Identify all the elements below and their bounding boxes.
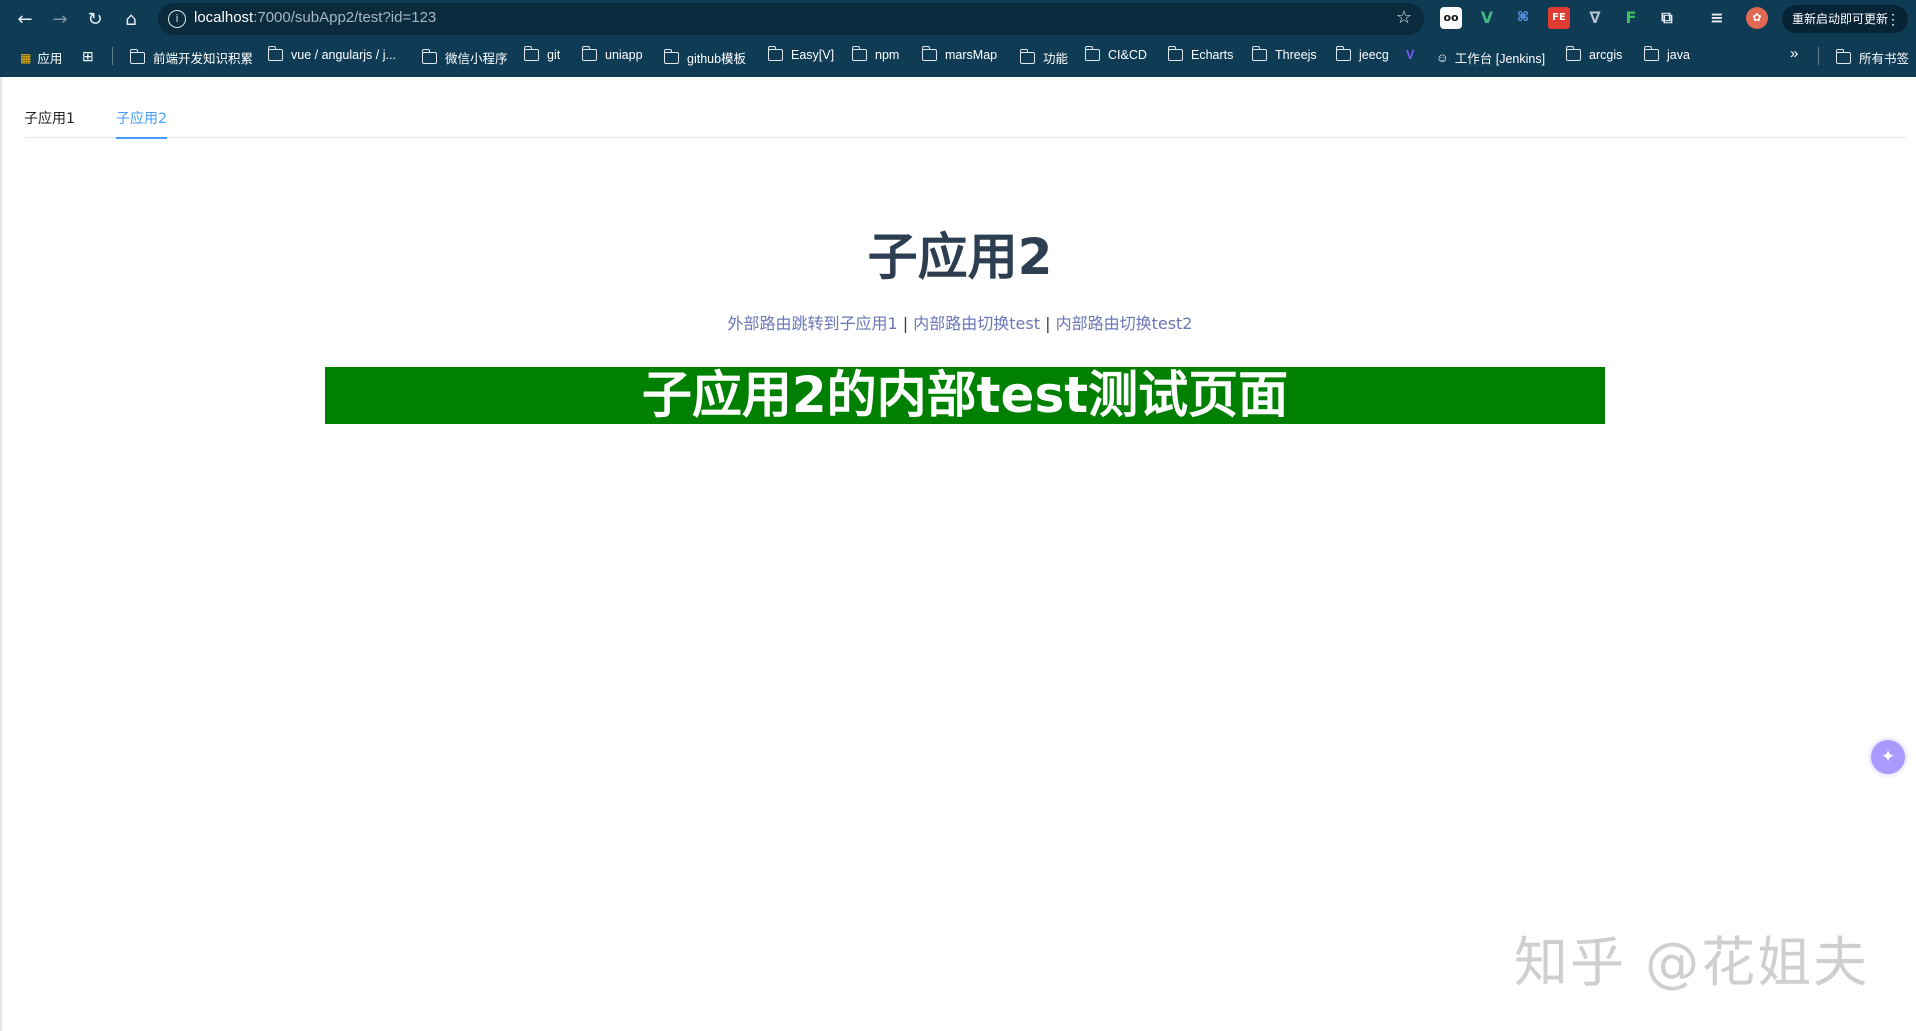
fe-extension-icon[interactable]: FE bbox=[1548, 7, 1570, 29]
bookmark-folder[interactable]: CI&CD bbox=[1085, 46, 1147, 62]
home-icon[interactable]: ⌂ bbox=[116, 4, 146, 34]
bookmark-folder[interactable]: npm bbox=[852, 46, 899, 62]
tab-subapp1[interactable]: 子应用1 bbox=[24, 109, 75, 129]
link-to-subapp1[interactable]: 外部路由跳转到子应用1 bbox=[728, 314, 898, 333]
link-internal-test2[interactable]: 内部路由切换test2 bbox=[1056, 314, 1193, 333]
bookmark-folder[interactable]: Easy[V] bbox=[768, 46, 834, 62]
watermark: 知乎 @花姐夫 bbox=[1514, 931, 1870, 994]
folder-icon bbox=[1336, 46, 1351, 61]
url-text[interactable]: localhost:7000/subApp2/test?id=123 bbox=[194, 9, 436, 26]
bookmark-folder[interactable]: git bbox=[524, 46, 560, 62]
bookmark-folder[interactable]: vue / angularjs / j... bbox=[268, 46, 396, 62]
bookmark-folder[interactable]: Echarts bbox=[1168, 46, 1233, 62]
folder-icon bbox=[268, 46, 283, 61]
tab-subapp2[interactable]: 子应用2 bbox=[116, 109, 167, 139]
bookmark-folder[interactable]: github模板 bbox=[664, 48, 746, 67]
extension-icon-1[interactable]: oo bbox=[1440, 7, 1462, 29]
bookmark-folder[interactable]: arcgis bbox=[1566, 46, 1622, 62]
update-button[interactable]: 重新启动即可更新 ⋮ bbox=[1782, 5, 1908, 33]
browser-chrome: ← → ↻ ⌂ i localhost:7000/subApp2/test?id… bbox=[0, 0, 1916, 77]
back-icon[interactable]: ← bbox=[10, 4, 40, 34]
folder-icon bbox=[1836, 48, 1851, 64]
vue-devtools-icon[interactable]: V bbox=[1476, 7, 1498, 29]
ai-assistant-icon[interactable]: ✦ bbox=[1871, 740, 1905, 774]
reload-icon[interactable]: ↻ bbox=[80, 4, 110, 34]
apps-grid-icon: ▦ bbox=[20, 50, 32, 65]
profile-avatar[interactable]: ✿ bbox=[1746, 7, 1768, 29]
more-bookmarks-chevron-icon[interactable]: » bbox=[1790, 45, 1798, 62]
bookmark-folder[interactable]: java bbox=[1644, 46, 1690, 62]
bookmark-divider bbox=[112, 47, 113, 65]
folder-icon bbox=[664, 48, 679, 64]
forward-icon[interactable]: → bbox=[45, 4, 75, 34]
reading-list-icon[interactable]: ≡ bbox=[1706, 7, 1728, 29]
folder-icon bbox=[922, 46, 937, 61]
bookmark-apps[interactable]: ▦ 应用 bbox=[20, 48, 62, 67]
folder-icon bbox=[1020, 48, 1035, 64]
more-menu-icon[interactable]: ⋮ bbox=[1886, 5, 1900, 33]
bookmark-folder[interactable]: Threejs bbox=[1252, 46, 1317, 62]
folder-icon bbox=[1085, 46, 1100, 61]
folder-icon bbox=[1168, 46, 1183, 61]
link-internal-test[interactable]: 内部路由切换test bbox=[913, 314, 1040, 333]
bookmark-folder[interactable]: marsMap bbox=[922, 46, 997, 62]
folder-icon bbox=[1644, 46, 1659, 61]
folder-icon bbox=[1566, 46, 1581, 61]
site-info-icon[interactable]: i bbox=[168, 10, 186, 28]
bookmark-folder[interactable]: 功能 bbox=[1020, 48, 1068, 67]
folder-icon bbox=[422, 48, 437, 64]
bookmark-star-icon[interactable]: ☆ bbox=[1396, 7, 1412, 28]
bookmark-jenkins[interactable]: ☺ 工作台 [Jenkins] bbox=[1436, 48, 1545, 67]
bookmark-folder[interactable]: jeecg bbox=[1336, 46, 1389, 62]
vite-icon[interactable]: ∇ bbox=[1584, 7, 1606, 29]
route-links: 外部路由跳转到子应用1 | 内部路由切换test | 内部路由切换test2 bbox=[2, 310, 1916, 334]
folder-icon bbox=[768, 46, 783, 61]
folder-icon bbox=[582, 46, 597, 61]
bookmark-all-folder[interactable]: 所有书签 bbox=[1836, 48, 1909, 67]
bookmark-divider bbox=[1818, 47, 1819, 65]
folder-icon bbox=[524, 46, 539, 61]
bookmarks-bar: ▦ 应用 ⊞ 前端开发知识积累 vue / angularjs / j... 微信… bbox=[0, 41, 1916, 73]
link-separator: | bbox=[902, 314, 909, 333]
f-extension-icon[interactable]: F bbox=[1620, 7, 1642, 29]
page-content: 子应用1 子应用2 子应用2 外部路由跳转到子应用1 | 内部路由切换test … bbox=[0, 77, 1916, 1031]
address-bar[interactable]: i localhost:7000/subApp2/test?id=123 ☆ bbox=[158, 3, 1424, 35]
app-tabs: 子应用1 子应用2 bbox=[24, 107, 1906, 139]
vite-bookmark-icon[interactable]: V bbox=[1406, 48, 1414, 62]
translate-icon[interactable]: ⌘ bbox=[1512, 7, 1534, 29]
tab-groups-icon[interactable]: ⊞ bbox=[82, 48, 94, 65]
extensions-puzzle-icon[interactable]: ⧉ bbox=[1656, 7, 1678, 29]
bookmark-folder[interactable]: 微信小程序 bbox=[422, 48, 508, 67]
folder-icon bbox=[1252, 46, 1267, 61]
link-separator: | bbox=[1045, 314, 1051, 333]
page-title: 子应用2 bbox=[867, 228, 1053, 286]
browser-toolbar: ← → ↻ ⌂ i localhost:7000/subApp2/test?id… bbox=[0, 0, 1916, 38]
test-page-banner: 子应用2的内部test测试页面 bbox=[325, 367, 1605, 424]
folder-icon bbox=[852, 46, 867, 61]
folder-icon bbox=[130, 48, 145, 64]
jenkins-icon: ☺ bbox=[1436, 50, 1449, 65]
bookmark-folder[interactable]: 前端开发知识积累 bbox=[130, 48, 253, 67]
bookmark-folder[interactable]: uniapp bbox=[582, 46, 643, 62]
